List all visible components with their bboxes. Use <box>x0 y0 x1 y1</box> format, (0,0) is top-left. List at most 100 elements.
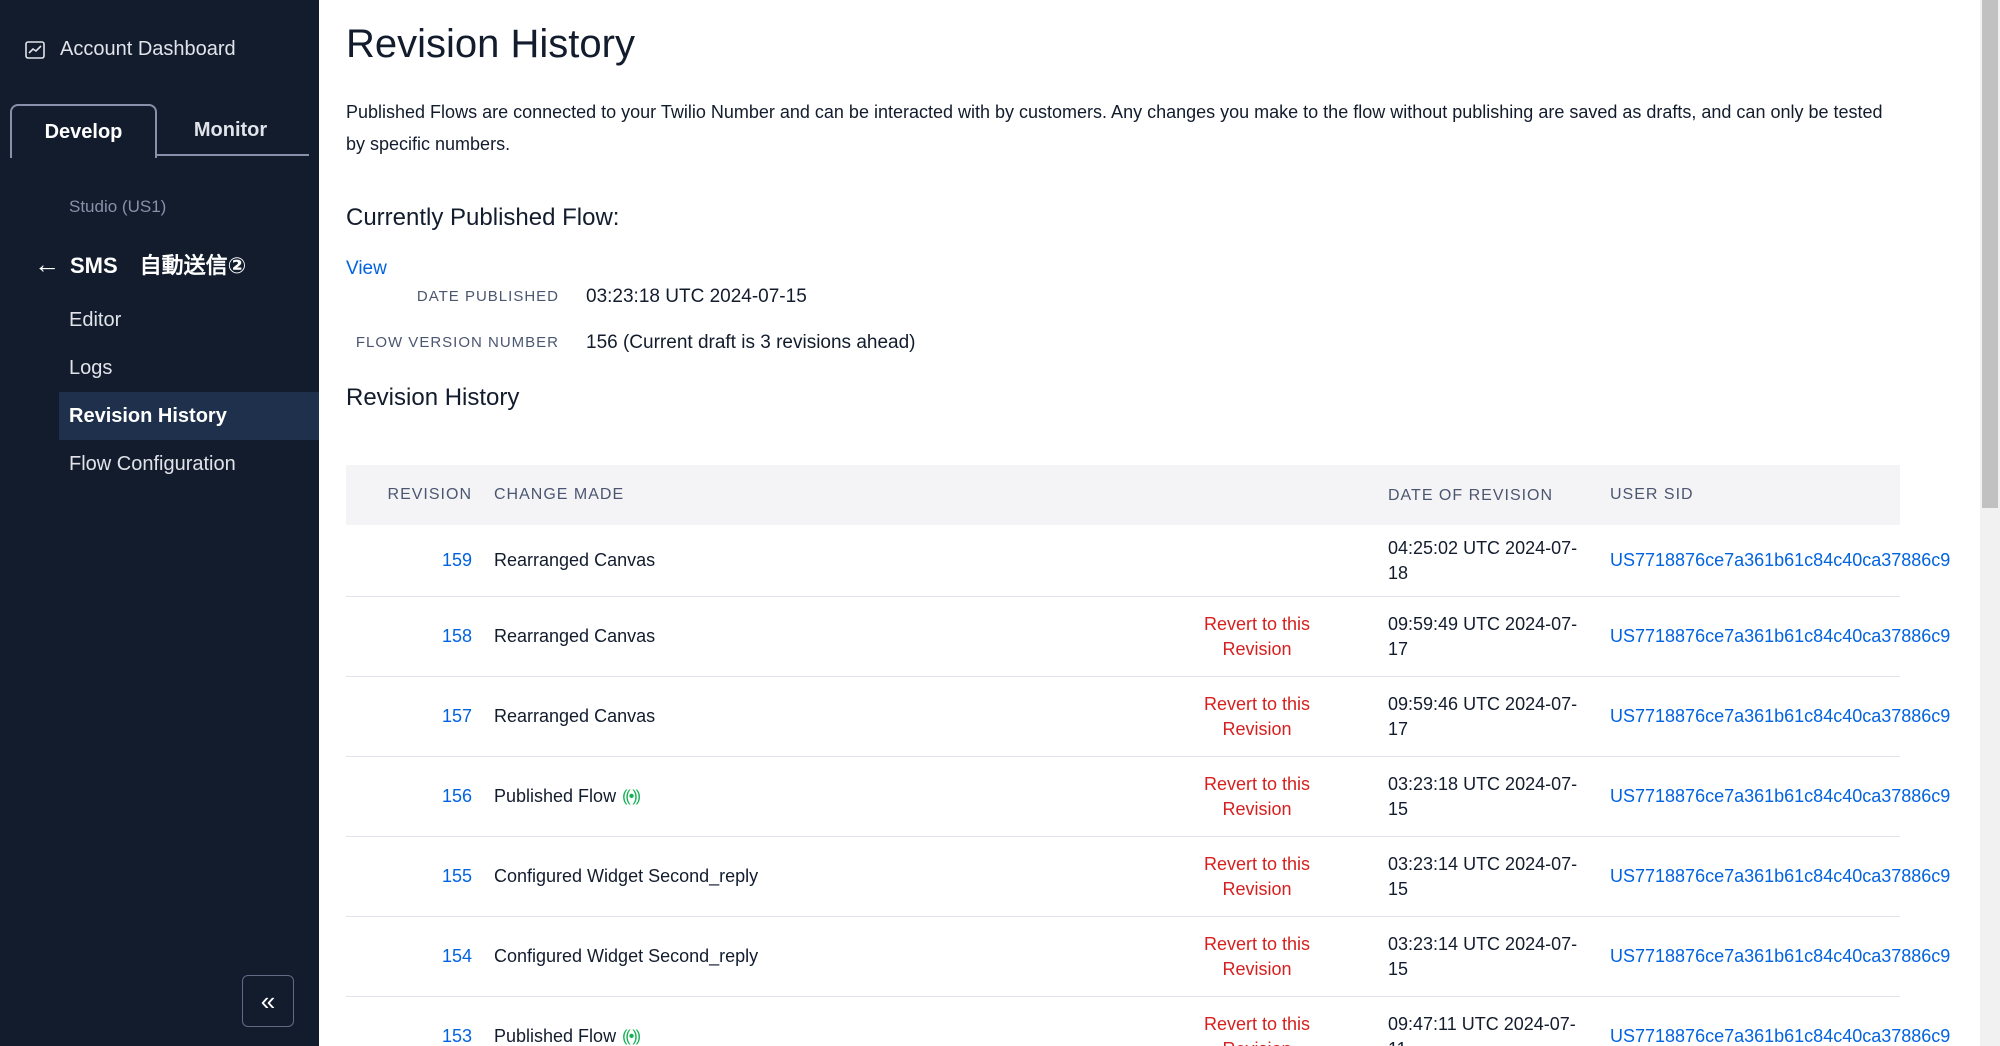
revision-table: REVISION CHANGE MADE DATE OF REVISION US… <box>346 465 1950 1046</box>
revision-date-line1: 03:23:14 UTC 2024-07- <box>1388 853 1578 874</box>
revision-date-cell: 03:23:14 UTC 2024-07- 15 <box>1386 932 1610 982</box>
broadcast-icon: ((•)) <box>622 787 641 805</box>
date-published-value: 03:23:18 UTC 2024-07-15 <box>586 286 807 307</box>
revert-revision-link[interactable]: Revert to this Revision <box>1090 852 1386 902</box>
revert-link-line2: Revision <box>1222 798 1292 819</box>
account-dashboard-link[interactable]: Account Dashboard <box>24 38 236 61</box>
revision-date-cell: 04:25:02 UTC 2024-07- 18 <box>1386 536 1610 586</box>
revert-link-line1: Revert to this <box>1203 773 1311 794</box>
flow-back-link[interactable]: ← SMS 自動送信② <box>34 248 246 280</box>
revision-date-line2: 11 <box>1388 1037 1610 1046</box>
revision-date-line2: 17 <box>1388 638 1409 659</box>
revision-date-line1: 04:25:02 UTC 2024-07- <box>1388 537 1578 558</box>
date-published-label: DATE PUBLISHED <box>416 288 559 305</box>
user-sid-link[interactable]: US7718876ce7a361b61c84c40ca37886c9 <box>1610 1026 1950 1046</box>
revision-number-link[interactable]: 157 <box>346 706 480 727</box>
revert-revision-link[interactable]: Revert to this Revision <box>1090 772 1386 822</box>
revision-number-link[interactable]: 155 <box>346 866 480 887</box>
revision-date-line2: 15 <box>1388 878 1409 899</box>
change-made-text: Published Flow <box>494 1026 617 1046</box>
revision-date-cell: 09:59:46 UTC 2024-07- 17 <box>1386 692 1610 742</box>
revert-link-line2: Revision <box>1222 638 1292 659</box>
revert-link-line1: Revert to this <box>1203 1013 1311 1034</box>
table-row: 159 Rearranged Canvas 04:25:02 UTC 2024-07… <box>346 525 1950 597</box>
account-dashboard-label: Account Dashboard <box>60 38 236 60</box>
change-made-cell: Published Flow ((•)) <box>480 1026 1090 1046</box>
revert-link-line1: Revert to this <box>1203 933 1311 954</box>
change-made-cell: Rearranged Canvas <box>480 706 1090 727</box>
header-user-sid: USER SID <box>1610 486 1694 503</box>
revision-date-line2: 15 <box>1388 798 1409 819</box>
revision-history-heading: Revision History <box>346 384 520 411</box>
user-sid-link[interactable]: US7718876ce7a361b61c84c40ca37886c9 <box>1610 626 1950 647</box>
table-row: 156 Published Flow ((•)) Revert to this Revi… <box>346 757 1950 837</box>
tab-develop[interactable]: Develop <box>10 104 157 158</box>
user-sid-link[interactable]: US7718876ce7a361b61c84c40ca37886c9 <box>1610 946 1950 967</box>
revert-link-line1: Revert to this <box>1203 853 1311 874</box>
revision-date-line1: 09:59:49 UTC 2024-07- <box>1388 613 1578 634</box>
revert-link-line1: Revert to this <box>1203 613 1311 634</box>
view-published-flow-link[interactable]: View <box>346 258 387 280</box>
revision-date-line1: 03:23:18 UTC 2024-07- <box>1388 773 1578 794</box>
collapse-sidebar-button[interactable]: « <box>242 975 294 1027</box>
broadcast-icon: ((•)) <box>622 1027 641 1045</box>
table-row: 154 Configured Widget Second_reply Revert … <box>346 917 1950 997</box>
change-made-cell: Published Flow ((•)) <box>480 786 1090 807</box>
change-made-cell: Rearranged Canvas <box>480 550 1090 571</box>
flow-version-value: 156 (Current draft is 3 revisions ahead) <box>586 332 916 353</box>
header-revision: REVISION <box>387 486 472 503</box>
revert-link-line2: Revision <box>1222 878 1292 899</box>
revision-date-line1: 03:23:14 UTC 2024-07- <box>1388 933 1578 954</box>
revert-revision-link[interactable]: Revert to this Revision <box>1090 1012 1386 1046</box>
sidebar-item-flow-configuration[interactable]: Flow Configuration <box>59 440 319 488</box>
revision-date-line2: 17 <box>1388 718 1409 739</box>
revision-date-line2: 18 <box>1388 562 1409 583</box>
user-sid-link[interactable]: US7718876ce7a361b61c84c40ca37886c9 <box>1610 706 1950 727</box>
revision-number-link[interactable]: 159 <box>346 550 480 571</box>
double-chevron-left-icon: « <box>260 985 276 1016</box>
page-description: Published Flows are connected to your Tw… <box>346 102 1883 154</box>
change-made-text: Rearranged Canvas <box>494 550 656 570</box>
revert-revision-link[interactable]: Revert to this Revision <box>1090 932 1386 982</box>
user-sid-link[interactable]: US7718876ce7a361b61c84c40ca37886c9 <box>1610 550 1950 571</box>
change-made-cell: Rearranged Canvas <box>480 626 1090 647</box>
table-row: 157 Rearranged Canvas Revert to this Revisi… <box>346 677 1950 757</box>
revision-number-link[interactable]: 158 <box>346 626 480 647</box>
sidebar-tabs: Develop Monitor <box>10 104 309 158</box>
user-sid-link[interactable]: US7718876ce7a361b61c84c40ca37886c9 <box>1610 786 1950 807</box>
change-made-cell: Configured Widget Second_reply <box>480 946 1090 967</box>
revert-link-line2: Revision <box>1222 718 1292 739</box>
page-scrollbar[interactable] <box>1980 0 2000 1046</box>
revision-date-line1: 09:47:11 UTC 2024-07- <box>1388 1013 1576 1034</box>
scrollbar-thumb[interactable] <box>1982 0 1998 508</box>
sidebar-item-editor[interactable]: Editor <box>59 296 319 344</box>
revision-number-link[interactable]: 154 <box>346 946 480 967</box>
revert-revision-link[interactable]: Revert to this Revision <box>1090 612 1386 662</box>
page-title: Revision History <box>346 22 635 66</box>
revision-number-link[interactable]: 156 <box>346 786 480 807</box>
published-flow-heading: Currently Published Flow: <box>346 204 620 231</box>
flow-name: SMS 自動送信② <box>70 253 247 278</box>
change-made-text: Rearranged Canvas <box>494 626 656 646</box>
header-change-made: CHANGE MADE <box>494 486 625 503</box>
revert-link-line2: Revision <box>1222 958 1292 979</box>
change-made-text: Rearranged Canvas <box>494 706 656 726</box>
revision-date-line2: 15 <box>1388 958 1409 979</box>
change-made-text: Configured Widget Second_reply <box>494 866 759 886</box>
sidebar-item-revision-history[interactable]: Revision History <box>59 392 319 440</box>
user-sid-link[interactable]: US7718876ce7a361b61c84c40ca37886c9 <box>1610 866 1950 887</box>
table-row: 153 Published Flow ((•)) Revert to this Revi… <box>346 997 1950 1046</box>
chart-icon <box>25 40 45 59</box>
revision-date-line1: 09:59:46 UTC 2024-07- <box>1388 693 1578 714</box>
flow-version-label: FLOW VERSION NUMBER <box>355 334 559 351</box>
revision-date-cell: 03:23:18 UTC 2024-07- 15 <box>1386 772 1610 822</box>
revert-link-line2: Revision <box>1128 1037 1386 1046</box>
revert-link-line1: Revert to this <box>1203 693 1311 714</box>
sidebar-item-logs[interactable]: Logs <box>59 344 319 392</box>
revert-revision-link[interactable]: Revert to this Revision <box>1090 692 1386 742</box>
revision-date-cell: 03:23:14 UTC 2024-07- 15 <box>1386 852 1610 902</box>
tab-monitor[interactable]: Monitor <box>157 104 304 156</box>
header-date-of-revision: DATE OF REVISION <box>1388 486 1554 504</box>
revision-number-link[interactable]: 153 <box>346 1026 480 1046</box>
back-arrow-icon: ← <box>34 248 60 279</box>
